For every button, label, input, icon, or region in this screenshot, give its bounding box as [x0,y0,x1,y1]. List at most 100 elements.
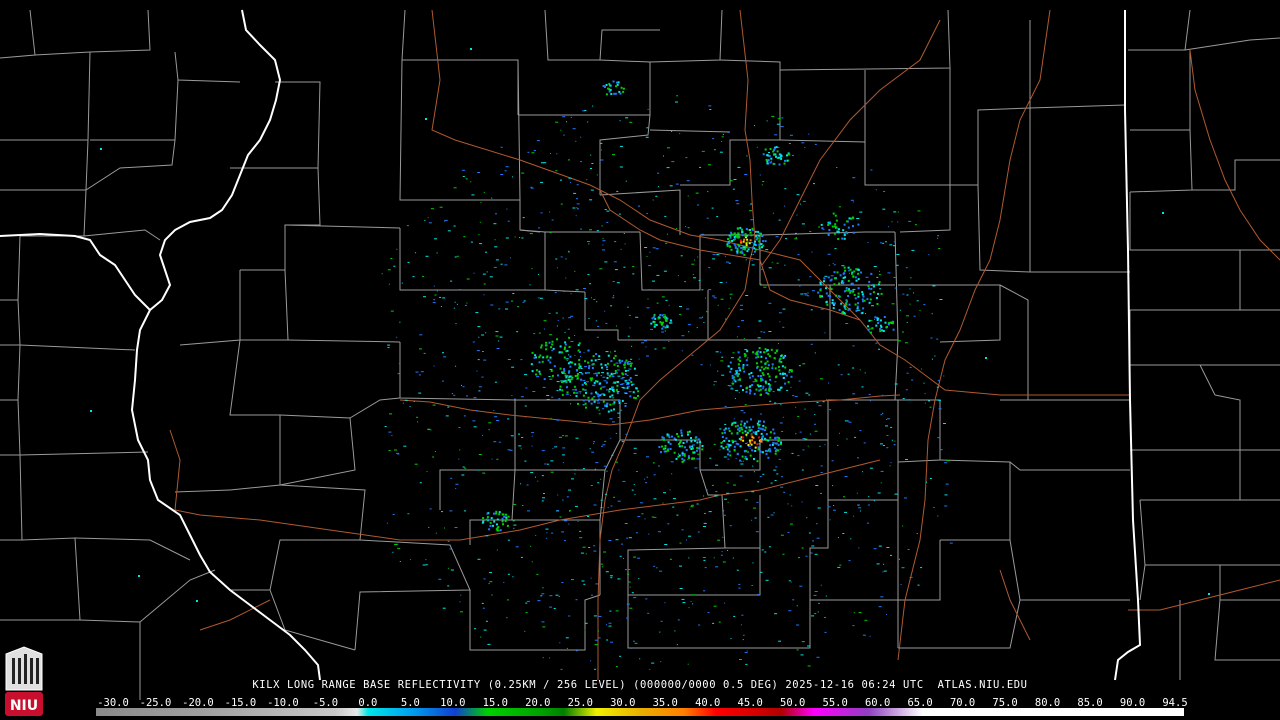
echo-pixel [476,370,478,372]
echo-pixel [751,227,754,230]
echo-pixel [583,583,586,585]
echo-pixel [619,361,622,364]
echo-pixel [459,449,461,451]
echo-pixel [769,449,772,452]
echo-pixel [794,238,798,240]
echo-pixel [580,228,583,230]
echo-pixel [688,445,691,448]
echo-pixel [753,441,756,444]
echo-pixel [817,611,819,613]
echo-pixel [854,276,857,279]
echo-pixel [764,426,767,429]
echo-pixel [743,338,745,340]
echo-pixel [605,381,608,384]
echo-pixel [855,268,858,271]
echo-pixel [560,129,562,131]
echo-pixel [600,363,603,366]
echo-pixel [461,474,465,476]
echo-pixel [591,594,593,596]
echo-pixel [685,440,688,443]
echo-pixel [814,423,816,425]
echo-pixel [776,262,779,264]
echo-pixel [610,93,613,95]
echo-pixel [850,538,852,540]
echo-pixel [750,418,752,421]
echo-pixel [652,247,656,249]
echo-pixel [414,463,418,465]
echo-pixel [801,501,803,503]
echo-pixel [740,420,743,423]
echo-pixel [565,380,568,383]
echo-pixel [719,151,723,153]
echo-pixel [436,252,438,254]
echo-pixel [607,410,610,413]
echo-pixel [615,85,618,88]
echo-pixel [722,514,726,516]
echo-pixel [592,384,596,386]
echo-pixel [397,547,401,549]
echo-pixel [581,372,584,375]
echo-pixel [423,352,426,354]
echo-pixel [720,441,723,444]
echo-pixel [758,243,761,246]
echo-pixel [609,575,613,577]
echo-pixel [728,430,731,432]
echo-pixel [898,558,900,560]
echo-pixel [680,255,683,257]
echo-pixel [923,304,926,306]
echo-pixel [531,432,535,434]
echo-pixel [768,375,771,378]
echo-pixel [802,200,806,202]
echo-pixel [746,155,748,157]
echo-pixel [596,174,598,176]
echo-pixel [720,360,724,362]
echo-pixel [535,373,538,376]
echo-pixel [739,384,742,387]
echo-pixel [728,262,731,264]
echo-pixel [755,431,758,434]
echo-pixel [582,468,585,470]
echo-pixel [932,285,936,287]
echo-pixel [625,433,628,435]
echo-pixel [687,663,689,665]
echo-pixel [542,497,545,499]
echo-pixel [729,361,732,364]
echo-pixel [725,318,727,320]
echo-pixel [745,390,748,393]
echo-pixel [837,566,841,568]
echo-pixel [728,242,731,245]
echo-pixel [559,367,562,370]
echo-pixel [607,507,609,509]
echo-pixel [504,264,508,266]
echo-pixel [738,587,741,589]
echo-pixel [648,265,652,267]
echo-pixel [886,547,890,548]
echo-pixel [612,373,616,375]
echo-pixel [679,313,682,315]
echo-pixel [550,471,554,473]
echo-pixel [447,230,451,232]
echo-pixel [879,270,880,272]
echo-pixel [878,281,881,284]
echo-pixel [774,134,778,136]
echo-pixel [689,508,691,510]
echo-pixel [668,304,670,306]
echo-pixel [769,431,772,434]
echo-pixel [635,532,638,534]
echo-pixel [712,622,715,624]
echo-pixel [690,440,693,443]
echo-pixel [566,647,568,649]
echo-pixel [757,234,760,237]
echo-pixel [661,327,664,330]
echo-pixel [708,511,712,513]
echo-pixel [693,451,696,454]
echo-pixel [481,334,485,336]
echo-pixel [849,272,850,274]
echo-pixel [720,554,723,556]
echo-pixel [796,649,799,651]
echo-pixel [770,482,773,484]
echo-pixel [659,631,661,633]
echo-pixel [609,395,612,398]
echo-pixel [433,285,435,287]
echo-pixel [659,321,662,324]
